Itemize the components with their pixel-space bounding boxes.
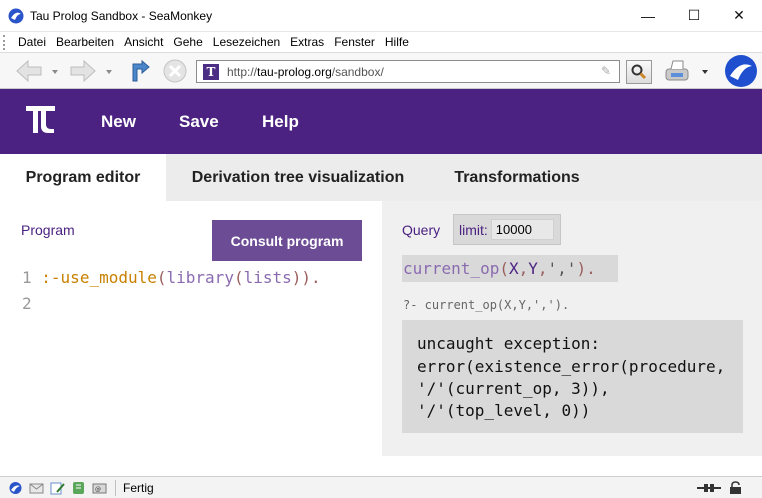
code-line-1[interactable]: 1 :-use_module(library(lists)).: [22, 268, 321, 287]
nav-save-link[interactable]: Save: [179, 112, 219, 132]
search-icon: [631, 64, 647, 80]
query-predicate: current_op: [403, 259, 500, 278]
maximize-icon: ☐: [687, 7, 701, 23]
menu-ansicht[interactable]: Ansicht: [124, 35, 163, 49]
status-bar: @ Fertig: [0, 476, 762, 498]
nav-help-link[interactable]: Help: [262, 112, 299, 132]
irc-chat-icon[interactable]: [71, 481, 86, 495]
tab-program-editor[interactable]: Program editor: [0, 154, 166, 201]
menu-bearbeiten[interactable]: Bearbeiten: [56, 35, 114, 49]
toolbar-grip-icon[interactable]: [3, 34, 7, 50]
bookmark-icon[interactable]: ✎: [601, 64, 611, 78]
svg-text:@: @: [95, 486, 101, 493]
navigator-icon[interactable]: [8, 481, 23, 495]
query-punct: (: [499, 259, 509, 278]
minimize-icon: —: [641, 7, 655, 24]
navigation-toolbar: T http://tau-prolog.org/sandbox/ ✎: [0, 52, 762, 89]
tau-prolog-logo[interactable]: [24, 102, 57, 135]
query-label: Query: [402, 222, 441, 238]
code-predicate: use_module: [60, 268, 157, 287]
code-predicate: library: [166, 268, 234, 287]
code-punct: )).: [291, 268, 321, 287]
code-line-2[interactable]: 2: [22, 294, 32, 313]
query-input[interactable]: current_op(X, Y, ',').: [402, 255, 618, 282]
code-punct: (: [156, 268, 167, 287]
query-echo: ?- current_op(X,Y,',').: [403, 298, 570, 312]
query-output: uncaught exception: error(existence_erro…: [402, 320, 743, 433]
search-button[interactable]: [626, 60, 652, 84]
output-line: uncaught exception:: [417, 334, 601, 353]
mail-icon[interactable]: [29, 481, 44, 495]
seamonkey-app-icon: [8, 8, 24, 23]
program-pane: Program Consult program 1 :-use_module(l…: [0, 201, 382, 456]
status-text: Fertig: [123, 481, 154, 495]
back-arrow-icon[interactable]: [14, 57, 44, 85]
query-string: ',': [547, 259, 577, 278]
code-atom: lists: [243, 268, 292, 287]
menu-fenster[interactable]: Fenster: [334, 35, 375, 49]
consult-program-button[interactable]: Consult program: [212, 220, 362, 261]
tab-bar: Program editor Derivation tree visualiza…: [0, 154, 762, 201]
close-button[interactable]: ✕: [716, 0, 762, 31]
menu-hilfe[interactable]: Hilfe: [385, 35, 409, 49]
lock-icon[interactable]: [728, 481, 743, 495]
url-path: /sandbox/: [331, 64, 384, 79]
url-prefix: http://: [227, 64, 258, 79]
output-line: '/'(top_level, 0)): [417, 401, 591, 420]
forward-arrow-icon[interactable]: [68, 57, 98, 85]
nav-new-link[interactable]: New: [101, 112, 136, 132]
forward-dropdown-icon[interactable]: [104, 57, 114, 85]
stop-icon[interactable]: [162, 57, 188, 85]
line-number: 2: [22, 294, 32, 313]
menu-gehe[interactable]: Gehe: [173, 35, 202, 49]
query-punct: ,: [518, 259, 529, 278]
query-var: X: [508, 259, 519, 278]
reload-icon[interactable]: [128, 57, 154, 85]
close-icon: ✕: [733, 7, 745, 23]
query-var: Y: [528, 259, 538, 278]
window-titlebar: Tau Prolog Sandbox - SeaMonkey — ☐ ✕: [0, 0, 762, 31]
limit-input[interactable]: 10000: [490, 219, 554, 240]
minimize-button[interactable]: —: [625, 0, 671, 31]
query-punct: ,: [537, 259, 548, 278]
maximize-button[interactable]: ☐: [671, 0, 717, 31]
tab-derivation-tree[interactable]: Derivation tree visualization: [166, 154, 430, 201]
status-separator: [115, 480, 116, 496]
composer-icon[interactable]: [50, 481, 65, 495]
url-host: tau-prolog.org: [257, 64, 332, 79]
output-line: '/'(current_op, 3)),: [417, 379, 610, 398]
line-number: 1: [22, 268, 32, 287]
url-text[interactable]: http://tau-prolog.org/sandbox/: [227, 65, 384, 79]
query-punct: ).: [576, 259, 596, 278]
online-connection-icon[interactable]: [696, 481, 722, 495]
app-header: New Save Help: [0, 89, 762, 154]
print-dropdown-icon[interactable]: [700, 57, 710, 85]
query-pane: Query limit: 10000 current_op(X, Y, ','). …: [382, 201, 762, 456]
menu-datei[interactable]: Datei: [18, 35, 46, 49]
code-directive: :-: [41, 268, 61, 287]
menu-extras[interactable]: Extras: [290, 35, 324, 49]
site-favicon-icon: T: [203, 63, 219, 80]
menu-bar: Datei Bearbeiten Ansicht Gehe Lesezeiche…: [0, 31, 762, 52]
output-line: error(existence_error(procedure,: [417, 357, 726, 376]
limit-label: limit:: [459, 221, 488, 238]
back-dropdown-icon[interactable]: [50, 57, 60, 85]
limit-control: limit: 10000: [453, 214, 561, 245]
code-punct: (: [233, 268, 244, 287]
address-book-icon[interactable]: @: [92, 481, 107, 495]
tab-transformations[interactable]: Transformations: [430, 154, 604, 201]
seamonkey-throbber-icon[interactable]: [724, 54, 758, 88]
program-label: Program: [21, 222, 75, 238]
window-title: Tau Prolog Sandbox - SeaMonkey: [30, 8, 213, 23]
url-bar[interactable]: T http://tau-prolog.org/sandbox/ ✎: [196, 60, 620, 83]
print-icon[interactable]: [662, 57, 692, 85]
menu-lesezeichen[interactable]: Lesezeichen: [213, 35, 280, 49]
